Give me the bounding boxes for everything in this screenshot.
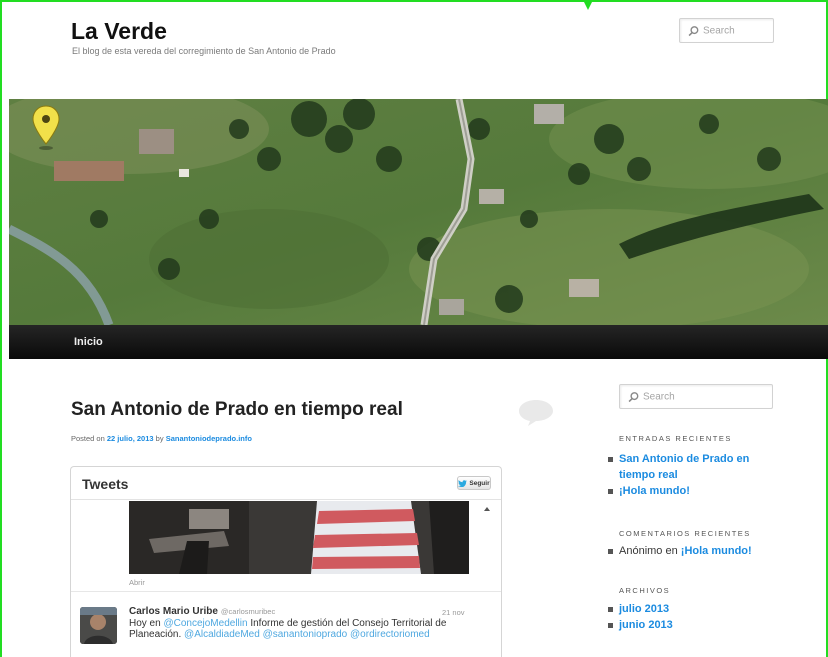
- follow-button[interactable]: Seguir: [457, 476, 491, 490]
- divider: [71, 499, 501, 500]
- divider: [71, 591, 501, 592]
- recent-posts-title: ENTRADAS RECIENTES: [619, 434, 732, 443]
- tweets-title: Tweets: [82, 476, 129, 492]
- sidebar-search-input[interactable]: Search: [619, 384, 773, 409]
- tweet-text: Hoy en @ConcejoMedellin Informe de gesti…: [129, 618, 447, 640]
- twitter-bird-icon: [458, 479, 468, 487]
- mention-link[interactable]: @sanantonioprado: [263, 629, 348, 640]
- post-title[interactable]: San Antonio de Prado en tiempo real: [71, 399, 403, 421]
- search-placeholder: Search: [643, 391, 675, 402]
- recent-comments-list: Anónimo en ¡Hola mundo!: [607, 543, 787, 559]
- twitter-widget: Tweets Seguir Abrir Carlos Mario Uribe @…: [70, 466, 502, 657]
- archives-list: julio 2013 junio 2013: [607, 601, 777, 633]
- nav-item-inicio[interactable]: Inicio: [74, 336, 103, 348]
- tweet-handle: @carlosmuribec: [220, 607, 276, 616]
- post-meta: Posted on 22 julio, 2013 by Sanantoniode…: [71, 434, 252, 443]
- tweet-photo[interactable]: [129, 501, 469, 574]
- site-title[interactable]: La Verde: [71, 18, 167, 45]
- tweet-open-link[interactable]: Abrir: [129, 578, 145, 587]
- mention-link[interactable]: @ordirectoriomed: [350, 629, 430, 640]
- site-description: El blog de esta vereda del corregimiento…: [72, 46, 336, 56]
- recent-comments-title: COMENTARIOS RECIENTES: [619, 529, 751, 538]
- comment-author: Anónimo: [619, 545, 663, 557]
- archive-link[interactable]: junio 2013: [619, 619, 673, 631]
- list-item: julio 2013: [607, 601, 777, 617]
- search-placeholder: Search: [703, 25, 735, 36]
- archive-link[interactable]: julio 2013: [619, 603, 669, 615]
- main-navigation: Inicio: [9, 325, 828, 359]
- follow-label: Seguir: [469, 479, 490, 487]
- list-item: San Antonio de Prado en tiempo real: [607, 451, 777, 483]
- scroll-up-icon[interactable]: [484, 507, 490, 511]
- list-item: Anónimo en ¡Hola mundo!: [607, 543, 787, 559]
- post-author-link[interactable]: Sanantoniodeprado.info: [166, 434, 252, 443]
- recent-posts-list: San Antonio de Prado en tiempo real ¡Hol…: [607, 451, 777, 499]
- search-icon: [628, 391, 639, 402]
- mention-link[interactable]: @ConcejoMedellin: [163, 618, 247, 629]
- header-search-input[interactable]: Search: [679, 18, 774, 43]
- search-icon: [688, 25, 699, 36]
- comment-bubble-icon[interactable]: [517, 397, 555, 427]
- recent-comment-post-link[interactable]: ¡Hola mundo!: [681, 545, 752, 557]
- list-item: ¡Hola mundo!: [607, 483, 777, 499]
- list-item: junio 2013: [607, 617, 777, 633]
- tweet-author[interactable]: Carlos Mario Uribe @carlosmuribec: [129, 606, 275, 617]
- map-pin-icon: [32, 105, 60, 150]
- frame-marker-icon: [583, 0, 593, 10]
- post-date-link[interactable]: 22 julio, 2013: [107, 434, 154, 443]
- recent-post-link[interactable]: ¡Hola mundo!: [619, 485, 690, 497]
- mention-link[interactable]: @AlcaldiadeMed: [184, 629, 260, 640]
- recent-post-link[interactable]: San Antonio de Prado en tiempo real: [619, 453, 749, 481]
- tweet-time[interactable]: 21 nov: [442, 608, 465, 617]
- archives-title: ARCHIVOS: [619, 586, 671, 595]
- avatar[interactable]: [80, 607, 117, 644]
- header-banner-image: [9, 99, 828, 325]
